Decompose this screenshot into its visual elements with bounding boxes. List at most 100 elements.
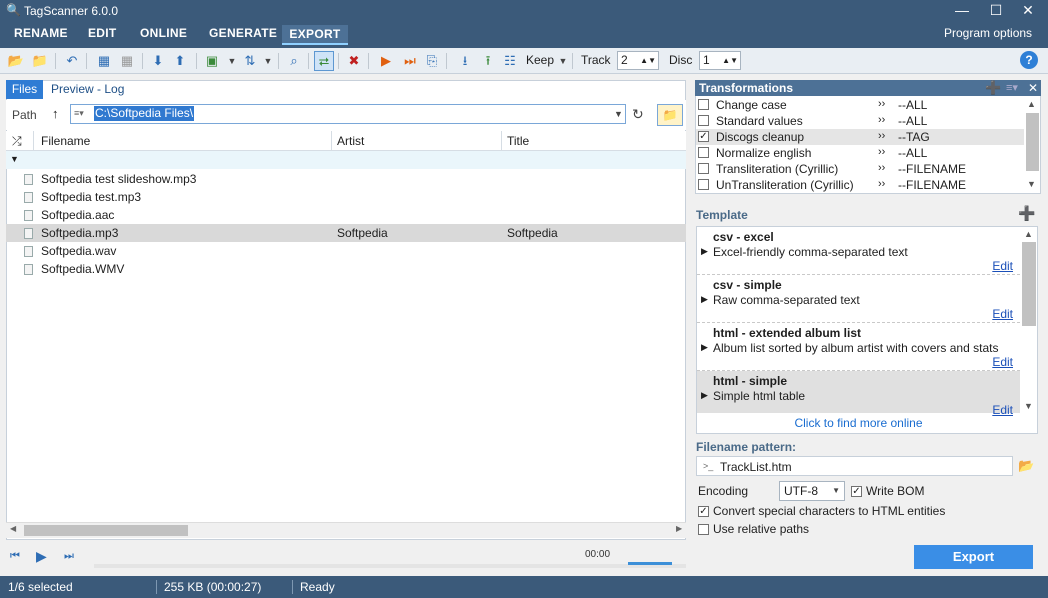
checkbox[interactable] <box>698 115 709 126</box>
filter-toggle-icon[interactable]: ⮂ <box>314 51 334 71</box>
column-filename[interactable]: Filename <box>41 134 90 148</box>
edit-link[interactable]: Edit <box>992 355 1013 369</box>
close-icon[interactable]: ✕ <box>1016 2 1040 19</box>
scrollbar-thumb[interactable] <box>24 525 188 536</box>
template-item-selected[interactable]: html - simple ▶ Simple html table Edit <box>697 371 1020 417</box>
up-arrow-icon[interactable]: ↑ <box>52 106 59 121</box>
copy-icon[interactable]: ⎘ <box>422 51 442 71</box>
refresh-icon[interactable]: ↻ <box>632 106 644 123</box>
play-next-icon[interactable]: ⏭ <box>400 51 420 71</box>
expand-triangle-icon[interactable]: ▼ <box>10 154 19 164</box>
transformations-scrollbar[interactable]: ▲ ▼ <box>1025 97 1040 193</box>
scroll-down-icon[interactable]: ▼ <box>1027 179 1036 189</box>
table-row[interactable]: Softpedia.wav <box>6 242 686 260</box>
sort-icon[interactable]: ⇅ <box>240 51 260 71</box>
transformation-item[interactable]: Standard values ›› --ALL <box>696 113 1024 129</box>
find-icon[interactable]: ⌕ <box>284 51 304 71</box>
encoding-select[interactable]: UTF-8 ▼ <box>779 481 845 501</box>
table-row[interactable]: Softpedia.mp3 Softpedia Softpedia <box>6 224 686 242</box>
group-row[interactable]: ▼ <box>6 151 686 169</box>
convert-special-option[interactable]: ✓ Convert special characters to HTML ent… <box>698 504 945 518</box>
find-more-online-link[interactable]: Click to find more online <box>697 416 1020 430</box>
table-row[interactable]: Softpedia test slideshow.mp3 <box>6 170 686 188</box>
grid-view-icon[interactable]: ▦ <box>94 51 114 71</box>
undo-icon[interactable]: ↶ <box>62 51 82 71</box>
select-icon[interactable]: ▣ <box>202 51 222 71</box>
stepper-arrows-icon[interactable]: ▲▼ <box>722 52 738 69</box>
previous-track-icon[interactable]: ⏮ <box>10 550 20 563</box>
transformation-item[interactable]: UnTransliteration (Cyrillic) ›› --FILENA… <box>696 177 1024 193</box>
browse-folder-icon[interactable]: 📁 <box>657 104 683 126</box>
transformation-item[interactable]: ✓ Discogs cleanup ›› --TAG <box>696 129 1024 145</box>
expand-triangle-icon[interactable]: ▶ <box>701 294 708 305</box>
expand-triangle-icon[interactable]: ▶ <box>701 246 708 257</box>
column-title[interactable]: Title <box>507 134 529 148</box>
list-view-icon[interactable]: ▦ <box>117 51 137 71</box>
expand-triangle-icon[interactable]: ▶ <box>701 342 708 353</box>
relative-paths-option[interactable]: Use relative paths <box>698 522 809 536</box>
table-row[interactable]: Softpedia.WMV <box>6 260 686 278</box>
close-panel-icon[interactable]: ✕ <box>1028 80 1038 96</box>
play-icon[interactable]: ▶ <box>36 548 47 565</box>
open-folder-icon[interactable]: 📂 <box>6 51 26 71</box>
import-icon[interactable]: ⭳ <box>455 51 475 71</box>
checkbox[interactable] <box>698 99 709 110</box>
disc-stepper[interactable]: 1 ▲▼ <box>699 51 741 70</box>
expand-triangle-icon[interactable]: ▶ <box>701 390 708 401</box>
checkbox[interactable] <box>698 163 709 174</box>
edit-link[interactable]: Edit <box>992 403 1013 417</box>
menu-dropdown-icon[interactable]: ≡▾ <box>1006 80 1018 96</box>
table-row[interactable]: Softpedia.aac <box>6 206 686 224</box>
seek-bar[interactable] <box>94 564 686 568</box>
scroll-right-icon[interactable]: ▶ <box>676 524 682 533</box>
maximize-icon[interactable]: ☐ <box>984 2 1008 19</box>
path-history-icon[interactable]: ≡▾ <box>74 108 84 119</box>
minimize-icon[interactable]: — <box>950 2 974 18</box>
scrollbar-thumb[interactable] <box>1026 113 1039 171</box>
transformation-item[interactable]: Normalize english ›› --ALL <box>696 145 1024 161</box>
export-icon[interactable]: ⭱ <box>478 51 498 71</box>
checkbox[interactable] <box>698 523 709 535</box>
move-down-icon[interactable]: ⬇ <box>148 51 168 71</box>
menu-generate[interactable]: GENERATE <box>209 26 277 40</box>
program-options-link[interactable]: Program options <box>944 26 1032 40</box>
checkbox-checked[interactable]: ✓ <box>698 131 709 142</box>
write-bom-option[interactable]: ✓ Write BOM <box>851 484 924 498</box>
keep-dropdown-icon[interactable]: ▼ <box>553 51 573 71</box>
stepper-arrows-icon[interactable]: ▲▼ <box>640 52 656 69</box>
template-item[interactable]: csv - simple ▶ Raw comma-separated text … <box>697 275 1020 323</box>
edit-link[interactable]: Edit <box>992 259 1013 273</box>
menu-online[interactable]: ONLINE <box>140 26 187 40</box>
menu-export[interactable]: EXPORT <box>282 25 348 45</box>
checkbox-checked[interactable]: ✓ <box>698 505 709 517</box>
new-template-icon[interactable]: ➕ <box>1018 205 1035 222</box>
sort-dropdown-icon[interactable]: ▼ <box>258 51 278 71</box>
scroll-left-icon[interactable]: ◀ <box>10 524 16 533</box>
play-file-icon[interactable]: ▶ <box>376 51 396 71</box>
add-icon[interactable]: ➕ <box>985 80 1001 96</box>
menu-edit[interactable]: EDIT <box>88 26 117 40</box>
add-folder-icon[interactable]: 📁 <box>30 51 50 71</box>
checkbox[interactable] <box>698 147 709 158</box>
transformation-item[interactable]: Change case ›› --ALL <box>696 97 1024 113</box>
transformation-item[interactable]: Transliteration (Cyrillic) ›› --FILENAME <box>696 161 1024 177</box>
tab-files[interactable]: Files <box>6 80 43 99</box>
next-track-icon[interactable]: ⏭ <box>64 550 74 563</box>
template-item[interactable]: html - extended album list ▶ Album list … <box>697 323 1020 371</box>
track-stepper[interactable]: 2 ▲▼ <box>617 51 659 70</box>
scrollbar-thumb[interactable] <box>1022 242 1036 326</box>
checkbox[interactable] <box>698 179 709 190</box>
path-dropdown-icon[interactable]: ▼ <box>614 109 623 119</box>
scroll-up-icon[interactable]: ▲ <box>1027 99 1036 109</box>
template-item[interactable]: csv - excel ▶ Excel-friendly comma-separ… <box>697 227 1020 275</box>
scroll-up-icon[interactable]: ▲ <box>1024 229 1033 239</box>
export-button[interactable]: Export <box>914 545 1033 569</box>
menu-rename[interactable]: RENAME <box>14 26 68 40</box>
move-up-icon[interactable]: ⬆ <box>170 51 190 71</box>
column-artist[interactable]: Artist <box>337 134 364 148</box>
edit-link[interactable]: Edit <box>992 307 1013 321</box>
checkbox-checked[interactable]: ✓ <box>851 485 862 497</box>
remove-icon[interactable]: ✖ <box>344 51 364 71</box>
shuffle-icon[interactable]: ⤮ <box>12 134 22 149</box>
tab-preview-log[interactable]: Preview - Log <box>51 80 124 99</box>
